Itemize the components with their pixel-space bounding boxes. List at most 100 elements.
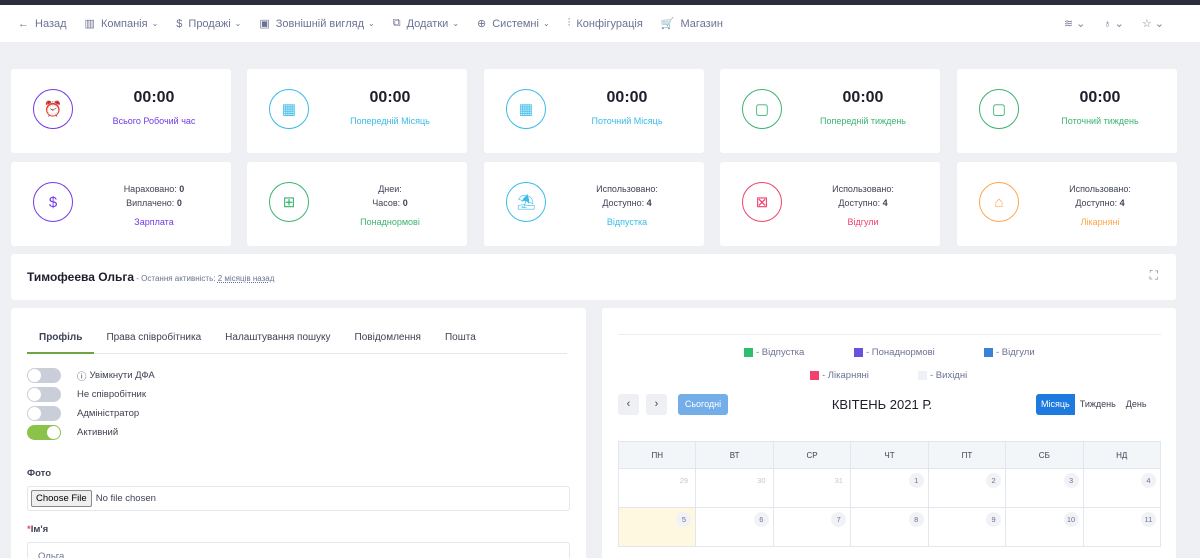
view-switcher: Місяць Тиждень День — [1036, 394, 1152, 415]
calendar-day-cell[interactable]: 2 — [928, 469, 1007, 508]
nav-item-7[interactable]: 🛒 Магазин — [661, 17, 723, 31]
stat-line-1: Использовано: — [794, 182, 932, 196]
name-field[interactable]: Ольга — [27, 542, 570, 558]
stat-icon: ▢ — [979, 89, 1019, 129]
toggle-switch[interactable] — [27, 368, 61, 383]
photo-file-input[interactable]: Choose File No file chosen — [27, 486, 570, 511]
nav-item-2[interactable]: $ Продажі ⌄ — [176, 18, 241, 30]
nav-item-label: Компанія — [100, 17, 148, 30]
toggle-label: Увімкнути ДФА — [89, 370, 155, 381]
nav-item-label: Зовнішній вигляд — [275, 17, 364, 30]
nav-item-6[interactable]: ⫶ Конфігурація — [568, 17, 643, 30]
calendar-day-cell[interactable]: 5 — [619, 508, 697, 547]
legend-item: - Відгули — [984, 347, 1035, 358]
calendar-week-row: 5 6 7 8 9 10 11 — [619, 508, 1161, 547]
calendar-day-cell[interactable]: 29 — [619, 469, 697, 508]
today-button[interactable]: Сьогодні — [678, 394, 728, 415]
view-2[interactable]: День — [1121, 394, 1152, 415]
view-1[interactable]: Тиждень — [1075, 394, 1121, 415]
calendar-day-cell[interactable]: 11 — [1083, 508, 1161, 547]
calendar-day-cell[interactable]: 9 — [928, 508, 1007, 547]
stat-line-1-label: Использовано: — [832, 184, 894, 194]
profile-header: Тимофеева Ольга - Остання активність: 2 … — [11, 254, 1176, 300]
tab-0[interactable]: Профіль — [27, 324, 95, 354]
toggle-knob — [28, 369, 41, 382]
stat-line-2: Доступно: 4 — [794, 196, 932, 210]
calendar-day-cell[interactable]: 3 — [1006, 469, 1084, 508]
nav-item-label: Продажі — [188, 17, 231, 30]
file-status: No file chosen — [95, 493, 156, 504]
toggle-label: Активний — [77, 427, 119, 438]
calendar-day-cell[interactable]: 10 — [1006, 508, 1084, 547]
tab-2[interactable]: Налаштування пошуку — [213, 324, 342, 354]
stat-line-1-label: Нараховано: — [123, 184, 177, 194]
stat-line-1: Днеи: — [321, 182, 459, 196]
toggle-knob — [47, 426, 60, 439]
calendar-day-cell[interactable]: 1 — [851, 469, 929, 508]
chevron-down-icon: ⌄ — [234, 19, 242, 28]
calendar-day-cell[interactable]: 7 — [773, 508, 852, 547]
toggle-switch[interactable] — [27, 387, 61, 402]
toggle-knob — [28, 388, 41, 401]
nav-right-icon-1[interactable]: ♁ ⌄ — [1103, 17, 1124, 30]
calendar-day-cell[interactable]: 8 — [851, 508, 929, 547]
nav-item-5[interactable]: ⊕ Системні ⌄ — [477, 17, 550, 31]
stat-icon: ▦ — [506, 89, 546, 129]
calendar-day-cell[interactable]: 6 — [696, 508, 774, 547]
calendar-week-row: 29 30 31 1 2 3 4 — [619, 469, 1161, 508]
view-0[interactable]: Місяць — [1036, 394, 1075, 415]
day-number: 29 — [679, 476, 689, 485]
last-activity: - Остання активність: 2 місяців назад — [134, 274, 275, 283]
nav-item-0[interactable]: ← Назад — [18, 18, 67, 30]
nav-item-label: Системні — [492, 17, 539, 30]
nav-item-4[interactable]: ⧉ Додатки ⌄ — [393, 17, 459, 30]
nav-right-icon-2[interactable]: ☆ ⌄ — [1142, 17, 1164, 30]
legend-swatch — [810, 371, 819, 380]
weekday-header: ЧТ — [851, 441, 929, 469]
toggle-row: Активний — [27, 423, 155, 442]
calendar-panel: - Відпустка - Понаднормові - Відгули - Ліка… — [602, 308, 1176, 558]
tab-1[interactable]: Права співробітника — [94, 324, 213, 354]
prev-month-button[interactable]: ‹ — [618, 394, 639, 415]
stat-card-top-2: ▦ 00:00 Поточний Місяць — [484, 69, 704, 153]
toggle-switch[interactable] — [27, 425, 61, 440]
stat-card-top-4: ▢ 00:00 Поточний тиждень — [957, 69, 1177, 153]
stat-label: Попередній Місяць — [350, 116, 430, 126]
calendar-day-cell[interactable]: 30 — [696, 469, 774, 508]
profile-tabs: Профіль Права співробітника Налаштування п… — [27, 324, 567, 354]
day-number: 6 — [753, 512, 769, 527]
legend-label: - Вихідні — [930, 370, 968, 381]
choose-file-button[interactable]: Choose File — [31, 490, 92, 507]
nav-right-icon-0[interactable]: ≋ ⌄ — [1064, 17, 1086, 30]
stat-line-2-value: 4 — [646, 198, 652, 208]
stat-line-2: Доступно: 4 — [1031, 196, 1169, 210]
last-activity-value[interactable]: 2 місяців назад — [218, 274, 275, 283]
stat-time: 00:00 — [842, 89, 884, 106]
calendar-day-cell[interactable]: 4 — [1083, 469, 1161, 508]
calendar-legend: - Відпустка - Понаднормові - Відгули - Ліка… — [618, 334, 1161, 394]
stat-line-1-value: 0 — [179, 184, 185, 194]
name-label: *Ім'я — [27, 524, 49, 535]
nav-item-label: Конфігурація — [576, 17, 643, 30]
nav-item-3[interactable]: ▣ Зовнішній вигляд ⌄ — [259, 17, 374, 31]
chevron-down-icon: ⌄ — [542, 19, 550, 28]
calendar-title: КВІТЕНЬ 2021 Р. — [831, 397, 933, 412]
day-number: 9 — [986, 512, 1002, 527]
nav-item-1[interactable]: ▥ Компанія ⌄ — [85, 17, 159, 31]
calendar-day-cell[interactable]: 31 — [773, 469, 852, 508]
nav-item-icon: $ — [176, 17, 183, 30]
employee-name: Тимофеева Ольга - Остання активність: 2 … — [27, 270, 275, 284]
tab-3[interactable]: Повідомлення — [343, 324, 433, 354]
toggle-switch[interactable] — [27, 406, 61, 421]
stat-label: Відгули — [847, 217, 879, 227]
legend-item: - Лікарняні — [810, 370, 869, 381]
settings-toggles: ⓘ Увімкнути ДФА Не співробітник Адміністра… — [27, 366, 155, 442]
weekday-header: ВТ — [696, 441, 774, 469]
stat-line-1-label: Днеи: — [378, 184, 402, 194]
stat-time: 00:00 — [369, 89, 411, 106]
top-navigation: ← Назад ▥ Компанія ⌄ $ Продажі ⌄ ▣ Зовнішній вигл… — [0, 5, 1200, 42]
fullscreen-icon[interactable]: ⛶ — [1150, 268, 1158, 283]
tab-4[interactable]: Пошта — [433, 324, 488, 354]
photo-label: Фото — [27, 468, 52, 479]
next-month-button[interactable]: › — [646, 394, 667, 415]
